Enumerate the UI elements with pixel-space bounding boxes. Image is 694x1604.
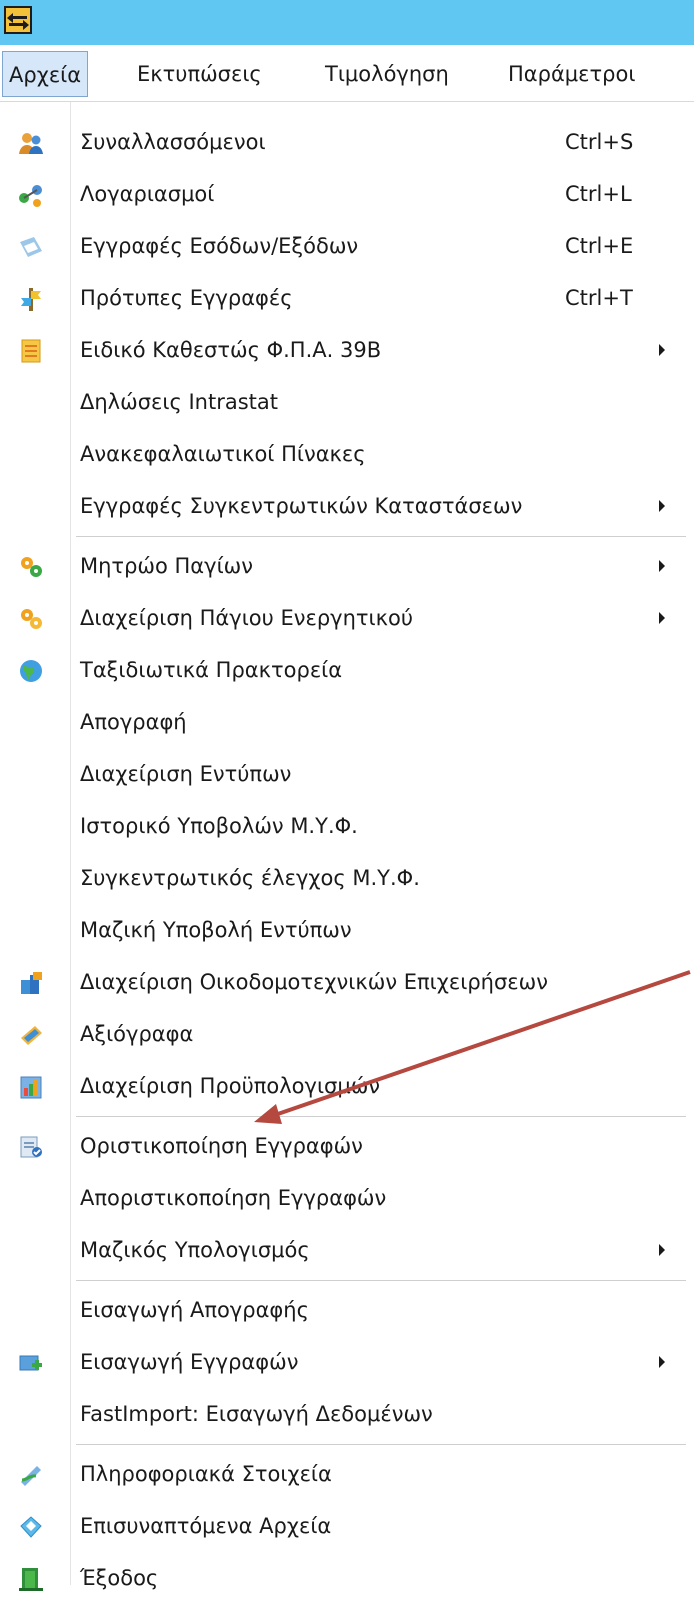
app-icon[interactable]	[4, 6, 32, 34]
cheque-icon	[21, 1026, 42, 1045]
menu-item-myf-summary-check[interactable]: Συγκεντρωτικός έλεγχος Μ.Υ.Φ.	[0, 852, 694, 904]
menu-item-label: Εγγραφές Συγκεντρωτικών Καταστάσεων	[80, 494, 523, 518]
submenu-arrow-icon	[659, 612, 665, 624]
menu-item-bulk-forms-submission[interactable]: Μαζική Υποβολή Εντύπων	[0, 904, 694, 956]
menu-item-label: Έξοδος	[80, 1566, 159, 1590]
menu-item-accounts[interactable]: Λογαριασμοί Ctrl+L	[0, 168, 694, 220]
shortcut-label: Ctrl+T	[565, 286, 633, 310]
menu-item-income-expense-entries[interactable]: Εγγραφές Εσόδων/Εξόδων Ctrl+E	[0, 220, 694, 272]
menu-separator	[76, 1444, 686, 1445]
submenu-arrow-icon	[659, 500, 665, 512]
accounts-icon	[19, 185, 42, 207]
menu-item-budgets-management[interactable]: Διαχείριση Προϋπολογισμών	[0, 1060, 694, 1112]
menu-files[interactable]: Αρχεία	[2, 51, 89, 97]
menu-bar: Αρχεία Εκτυπώσεις Τιμολόγηση Παράμετροι	[0, 45, 694, 102]
title-bar	[0, 0, 694, 45]
menu-item-forms-management[interactable]: Διαχείριση Εντύπων	[0, 748, 694, 800]
menu-parameters[interactable]: Παράμετροι	[502, 51, 641, 97]
menu-item-label: Εισαγωγή Απογραφής	[80, 1298, 309, 1322]
shortcut-label: Ctrl+L	[565, 182, 632, 206]
menu-item-label: Εγγραφές Εσόδων/Εξόδων	[80, 234, 359, 258]
menu-item-label: Διαχείριση Εντύπων	[80, 762, 292, 786]
menu-item-securities[interactable]: Αξιόγραφα	[0, 1008, 694, 1060]
menu-item-label: Ιστορικό Υποβολών Μ.Υ.Φ.	[80, 814, 358, 838]
gears-icon	[21, 609, 42, 629]
menu-separator	[76, 536, 686, 537]
menu-item-import-entries[interactable]: Εισαγωγή Εγγραφών	[0, 1336, 694, 1388]
info-icon	[21, 1466, 41, 1486]
menu-item-label: Ανακεφαλαιωτικοί Πίνακες	[80, 442, 366, 466]
menu-invoicing[interactable]: Τιμολόγηση	[319, 51, 455, 97]
menu-item-label: Δηλώσεις Intrastat	[80, 390, 278, 414]
menu-prints[interactable]: Εκτυπώσεις	[131, 51, 268, 97]
menu-item-attached-files[interactable]: Επισυναπτόμενα Αρχεία	[0, 1500, 694, 1552]
finalize-icon	[20, 1136, 42, 1158]
menu-item-fixed-assets-register[interactable]: Μητρώο Παγίων	[0, 540, 694, 592]
menu-item-label: Λογαριασμοί	[80, 182, 215, 206]
menu-item-label: Αξιόγραφα	[80, 1022, 194, 1046]
menu-item-intrastat-declarations[interactable]: Δηλώσεις Intrastat	[0, 376, 694, 428]
menu-item-label: Εισαγωγή Εγγραφών	[80, 1350, 299, 1374]
menu-item-unfinalize-entries[interactable]: Αποριστικοποίηση Εγγραφών	[0, 1172, 694, 1224]
exit-icon	[19, 1568, 43, 1591]
menu-separator	[76, 1280, 686, 1281]
menu-item-info-data[interactable]: Πληροφοριακά Στοιχεία	[0, 1448, 694, 1500]
shortcut-label: Ctrl+S	[565, 130, 634, 154]
shortcut-label: Ctrl+E	[565, 234, 634, 258]
menu-item-label: Ειδικό Καθεστώς Φ.Π.Α. 39Β	[80, 338, 382, 362]
menu-item-fastimport[interactable]: FastImport: Εισαγωγή Δεδομένων	[0, 1388, 694, 1440]
menu-item-label: Πληροφοριακά Στοιχεία	[80, 1462, 332, 1486]
menu-item-template-entries[interactable]: Πρότυπες Εγγραφές Ctrl+T	[0, 272, 694, 324]
menu-item-label: Ταξιδιωτικά Πρακτορεία	[80, 658, 343, 682]
menu-item-summary-tables[interactable]: Ανακεφαλαιωτικοί Πίνακες	[0, 428, 694, 480]
construction-icon	[21, 972, 42, 994]
menu-item-label: Συγκεντρωτικός έλεγχος Μ.Υ.Φ.	[80, 866, 420, 890]
menu-item-label: Συναλλασσόμενοι	[80, 130, 266, 154]
import-icon	[19, 1355, 42, 1371]
menu-item-construction-companies[interactable]: Διαχείριση Οικοδομοτεχνικών Επιχειρήσεων	[0, 956, 694, 1008]
menu-item-summary-statement-entries[interactable]: Εγγραφές Συγκεντρωτικών Καταστάσεων	[0, 480, 694, 532]
menu-item-travel-agencies[interactable]: Ταξιδιωτικά Πρακτορεία	[0, 644, 694, 696]
menu-item-finalize-entries[interactable]: Οριστικοποίηση Εγγραφών	[0, 1120, 694, 1172]
menu-item-label: Διαχείριση Πάγιου Ενεργητικού	[80, 606, 414, 630]
budget-icon	[20, 1076, 42, 1099]
files-dropdown-menu: Συναλλασσόμενοι Ctrl+S Λογαριασμοί Ctrl+…	[0, 102, 694, 1591]
submenu-arrow-icon	[659, 1356, 665, 1368]
users-icon	[19, 133, 43, 154]
menu-item-label: FastImport: Εισαγωγή Δεδομένων	[80, 1402, 433, 1426]
menu-item-label: Διαχείριση Προϋπολογισμών	[80, 1074, 381, 1098]
menu-item-counterparties[interactable]: Συναλλασσόμενοι Ctrl+S	[0, 116, 694, 168]
menu-item-bulk-calculation[interactable]: Μαζικός Υπολογισμός	[0, 1224, 694, 1276]
menu-item-label: Αποριστικοποίηση Εγγραφών	[80, 1186, 387, 1210]
attachments-icon	[20, 1516, 42, 1538]
menu-item-label: Μαζικός Υπολογισμός	[80, 1238, 310, 1262]
menu-item-fixed-assets-management[interactable]: Διαχείριση Πάγιου Ενεργητικού	[0, 592, 694, 644]
menu-item-label: Απογραφή	[80, 710, 187, 734]
menu-item-import-inventory[interactable]: Εισαγωγή Απογραφής	[0, 1284, 694, 1336]
menu-item-label: Οριστικοποίηση Εγγραφών	[80, 1134, 363, 1158]
menu-item-label: Επισυναπτόμενα Αρχεία	[80, 1514, 332, 1538]
document-icon	[21, 339, 41, 363]
globe-icon	[20, 660, 42, 682]
menu-item-label: Μητρώο Παγίων	[80, 554, 253, 578]
menu-item-myf-submission-history[interactable]: Ιστορικό Υποβολών Μ.Υ.Φ.	[0, 800, 694, 852]
menu-item-label: Διαχείριση Οικοδομοτεχνικών Επιχειρήσεων	[80, 970, 548, 994]
menu-item-inventory[interactable]: Απογραφή	[0, 696, 694, 748]
submenu-arrow-icon	[659, 344, 665, 356]
submenu-arrow-icon	[659, 1244, 665, 1256]
entries-icon	[20, 237, 42, 257]
template-icon	[21, 288, 41, 311]
submenu-arrow-icon	[659, 560, 665, 572]
menu-separator	[76, 1116, 686, 1117]
menu-item-special-vat-39b[interactable]: Ειδικό Καθεστώς Φ.Π.Α. 39Β	[0, 324, 694, 376]
gears-icon	[21, 557, 42, 577]
menu-item-label: Πρότυπες Εγγραφές	[80, 286, 293, 310]
menu-item-label: Μαζική Υποβολή Εντύπων	[80, 918, 352, 942]
menu-item-exit[interactable]: Έξοδος	[0, 1552, 694, 1604]
